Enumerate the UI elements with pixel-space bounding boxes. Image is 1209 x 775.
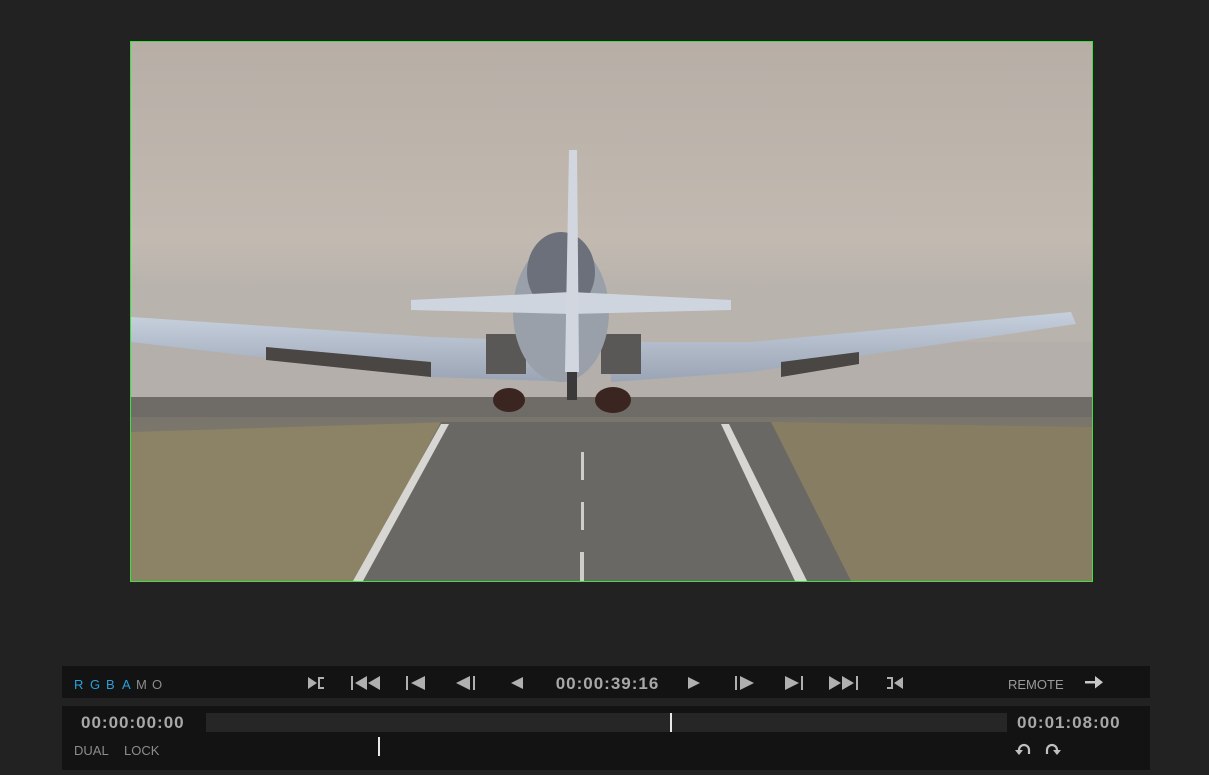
step-forward-button[interactable] [732, 672, 756, 694]
channel-g-toggle[interactable]: G [90, 677, 100, 692]
channel-o-toggle[interactable]: O [152, 677, 162, 692]
playhead[interactable] [670, 713, 672, 732]
play-reverse-button[interactable] [508, 672, 526, 694]
cue-marker[interactable] [378, 737, 380, 756]
remote-label[interactable]: REMOTE [1008, 677, 1064, 692]
current-timecode: 00:00:39:16 [555, 674, 660, 693]
play-button[interactable] [685, 672, 703, 694]
next-clip-icon [785, 676, 803, 690]
step-back-button[interactable] [455, 672, 479, 694]
step-forward-icon [735, 676, 754, 690]
redo-icon [1045, 743, 1061, 755]
redo-button[interactable] [1043, 741, 1061, 762]
step-back-icon [456, 676, 475, 690]
channel-m-toggle[interactable]: M [136, 677, 147, 692]
timeline-scrubber[interactable] [206, 713, 1007, 732]
play-icon [688, 677, 700, 689]
undo-button[interactable] [1015, 741, 1033, 762]
dual-toggle[interactable]: DUAL [74, 743, 109, 758]
timeline-bar: 00:00:00:00 00:01:08:00 DUAL LOCK [62, 706, 1150, 770]
mark-out-button[interactable] [884, 672, 906, 694]
mark-in-button[interactable] [305, 672, 327, 694]
play-reverse-icon [511, 677, 523, 689]
channel-b-toggle[interactable]: B [106, 677, 115, 692]
video-viewer[interactable] [130, 41, 1093, 582]
next-clip-button[interactable] [783, 672, 805, 694]
skip-to-start-button[interactable] [350, 672, 382, 694]
lock-toggle[interactable]: LOCK [124, 743, 159, 758]
remote-connect-button[interactable] [1084, 675, 1104, 694]
channel-a-toggle[interactable]: A [122, 677, 131, 692]
skip-to-end-icon [829, 676, 858, 690]
mark-in-icon [308, 677, 324, 689]
end-timecode: 00:01:08:00 [1017, 713, 1121, 732]
skip-to-start-icon [351, 676, 380, 690]
video-frame-image [131, 42, 1092, 581]
skip-to-end-button[interactable] [828, 672, 860, 694]
undo-icon [1015, 743, 1031, 755]
transport-bar: R G B A M O 00:00:39:16 REMOTE [62, 666, 1150, 698]
arrow-right-icon [1085, 676, 1103, 689]
previous-clip-button[interactable] [405, 672, 427, 694]
mark-out-icon [887, 677, 903, 689]
channel-r-toggle[interactable]: R [74, 677, 83, 692]
previous-clip-icon [406, 676, 425, 690]
start-timecode: 00:00:00:00 [81, 713, 185, 732]
